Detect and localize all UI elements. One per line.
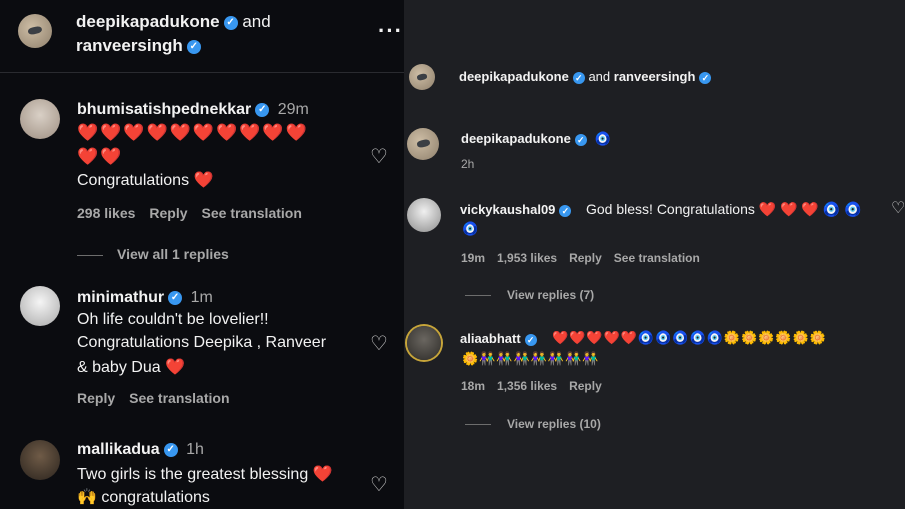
comment-text: ❤️❤️❤️❤️❤️❤️❤️❤️❤️❤️ xyxy=(77,123,309,142)
commenter-avatar[interactable] xyxy=(20,286,60,326)
header-connector: and xyxy=(588,69,611,84)
comment-text: 🧿 xyxy=(462,221,479,236)
post-header-users: deepikapadukone ✓ and xyxy=(76,12,271,32)
comment-text: ❤️❤️ xyxy=(77,147,124,166)
right-post-panel: deepikapadukone ✓ and ranveersingh ✓ deepi… xyxy=(404,0,905,509)
verified-badge-icon: ✓ xyxy=(559,204,572,217)
likes-count[interactable]: 1,953 likes xyxy=(497,251,557,265)
comment-text: ❤️❤️❤️❤️❤️🧿🧿🧿🧿🧿🌼🌼🌼🌼🌼🌼 xyxy=(552,330,827,345)
commenter-avatar[interactable] xyxy=(407,326,441,360)
username-ranveersingh[interactable]: ranveersingh xyxy=(76,36,183,55)
reply-button[interactable]: Reply xyxy=(569,251,602,265)
post-header-users: deepikapadukone ✓ and ranveersingh ✓ xyxy=(459,69,712,84)
comment-text: God bless! Congratulations ❤️ ❤️ ❤️ 🧿 🧿 xyxy=(586,201,862,217)
verified-badge-icon: ✓ xyxy=(223,15,238,30)
username-deepikapadukone[interactable]: deepikapadukone xyxy=(459,69,569,84)
verified-badge-icon: ✓ xyxy=(186,39,201,54)
comment-username[interactable]: mallikadua ✓ 1h xyxy=(77,441,204,459)
reply-button[interactable]: Reply xyxy=(569,379,602,393)
view-replies-button[interactable]: View replies (7) xyxy=(465,288,606,302)
like-heart-icon[interactable]: ♡ xyxy=(370,144,388,169)
verified-badge-icon: ✓ xyxy=(699,71,712,84)
username-deepikapadukone[interactable]: deepikapadukone xyxy=(76,12,220,31)
header-connector: and xyxy=(242,12,271,31)
comment-time: 18m xyxy=(461,379,486,393)
verified-badge-icon: ✓ xyxy=(255,102,270,117)
reply-button[interactable]: Reply xyxy=(77,390,115,406)
post-avatar[interactable] xyxy=(18,14,52,48)
caption-avatar[interactable] xyxy=(407,128,439,160)
comment-actions: 19m 1,953 likes Reply See translation xyxy=(461,251,712,265)
verified-badge-icon: ✓ xyxy=(524,333,537,346)
view-replies-button[interactable]: View replies (10) xyxy=(465,417,613,431)
comment-text: & baby Dua ❤️ xyxy=(77,359,185,376)
like-heart-icon[interactable]: ♡ xyxy=(891,198,905,218)
like-heart-icon[interactable]: ♡ xyxy=(370,331,388,356)
evil-eye-emoji: 🧿 xyxy=(594,131,611,146)
replies-line xyxy=(77,254,103,256)
replies-line xyxy=(465,424,491,426)
reply-button[interactable]: Reply xyxy=(149,205,187,221)
caption-username[interactable]: deepikapadukone ✓ 🧿 xyxy=(461,131,611,147)
see-translation-button[interactable]: See translation xyxy=(202,205,302,221)
commenter-avatar[interactable] xyxy=(407,198,441,232)
comment-time: 29m xyxy=(277,101,309,118)
comment-username[interactable]: aliaabhatt ✓ xyxy=(460,331,537,346)
comment-time: 1m xyxy=(190,289,213,306)
commenter-avatar[interactable] xyxy=(20,99,60,139)
more-options-icon[interactable]: ··· xyxy=(378,18,403,44)
likes-count[interactable]: 1,356 likes xyxy=(497,379,557,393)
see-translation-button[interactable]: See translation xyxy=(614,251,700,265)
comment-text: Congratulations Deepika , Ranveer xyxy=(77,334,327,351)
comment-actions: Reply See translation xyxy=(77,390,244,406)
replies-line xyxy=(465,295,491,297)
comment-username[interactable]: bhumisatishpednekkar ✓ 29m xyxy=(77,101,309,119)
commenter-avatar[interactable] xyxy=(20,440,60,480)
comment-time: 1h xyxy=(186,441,204,458)
comment-username[interactable]: minimathur ✓ 1m xyxy=(77,289,213,307)
comment-text: Two girls is the greatest blessing ❤️ xyxy=(77,466,333,483)
comment-text: Oh life couldn't be lovelier!! xyxy=(77,311,269,328)
view-replies-label: View replies (7) xyxy=(507,288,595,302)
comment-text: Congratulations ❤️ xyxy=(77,172,214,189)
comment-actions: 18m 1,356 likes Reply xyxy=(461,379,614,393)
post-avatar[interactable] xyxy=(409,64,435,90)
verified-badge-icon: ✓ xyxy=(574,133,587,146)
comment-username[interactable]: vickykaushal09 ✓ xyxy=(460,202,572,217)
verified-badge-icon: ✓ xyxy=(168,290,183,305)
verified-badge-icon: ✓ xyxy=(572,71,585,84)
left-post-panel: deepikapadukone ✓ and ranveersingh ✓ ··· b… xyxy=(0,0,404,509)
view-replies-button[interactable]: View all 1 replies xyxy=(77,246,243,262)
like-heart-icon[interactable]: ♡ xyxy=(370,472,388,497)
view-replies-label: View all 1 replies xyxy=(117,246,229,262)
caption-time: 2h xyxy=(461,157,475,171)
comment-text: 🌼👫👫👫👫👫👫👫 xyxy=(462,351,600,366)
username-ranveersingh[interactable]: ranveersingh xyxy=(614,69,696,84)
comment-text: 🙌 congratulations xyxy=(77,489,210,506)
post-header-user2: ranveersingh ✓ xyxy=(76,36,201,56)
header-divider xyxy=(0,72,404,73)
see-translation-button[interactable]: See translation xyxy=(129,390,229,406)
view-replies-label: View replies (10) xyxy=(507,417,601,431)
comment-time: 19m xyxy=(461,251,486,265)
likes-count[interactable]: 298 likes xyxy=(77,205,135,221)
comment-actions: 298 likes Reply See translation xyxy=(77,205,316,221)
verified-badge-icon: ✓ xyxy=(163,442,178,457)
